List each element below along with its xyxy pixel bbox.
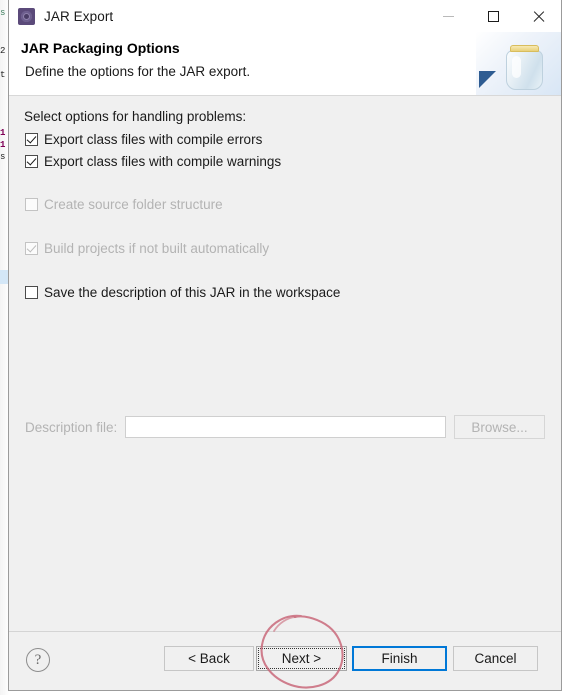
window-title: JAR Export (44, 8, 114, 24)
finish-button[interactable]: Finish (352, 646, 447, 671)
minimize-icon (443, 15, 454, 17)
back-button[interactable]: < Back (164, 646, 254, 671)
checkbox-box (25, 197, 38, 211)
checkbox-save-jar-description[interactable]: Save the description of this JAR in the … (25, 283, 340, 301)
jar-export-icon (18, 7, 35, 25)
page-title: JAR Packaging Options (21, 40, 180, 56)
checkbox-build-projects-if-not-built: Build projects if not built automaticall… (25, 239, 269, 257)
close-icon (532, 10, 545, 23)
checkbox-box[interactable] (25, 154, 38, 168)
maximize-button[interactable] (471, 0, 516, 32)
description-file-input[interactable] (125, 416, 446, 438)
options-pane: Select options for handling problems: Ex… (9, 96, 561, 632)
maximize-icon (488, 10, 499, 22)
next-button[interactable]: Next > (256, 646, 347, 671)
checkbox-label: Create source folder structure (44, 196, 223, 212)
section-label: Select options for handling problems: (24, 109, 247, 124)
minimize-button[interactable] (426, 0, 471, 32)
browse-button[interactable]: Browse... (454, 415, 545, 439)
checkbox-box[interactable] (25, 132, 38, 146)
screen: s 2 t 1 1 s JAR Export JAR Packaging Opt… (0, 0, 563, 695)
close-button[interactable] (516, 0, 561, 32)
checkbox-label: Export class files with compile warnings (44, 153, 282, 169)
checkbox-label: Build projects if not built automaticall… (44, 240, 270, 256)
jar-export-dialog: JAR Export JAR Packaging Options Define … (8, 0, 562, 691)
cancel-button[interactable]: Cancel (453, 646, 538, 671)
triangle-icon (479, 71, 496, 88)
window-controls (426, 0, 561, 32)
jar-jar-graphic (476, 32, 561, 95)
dialog-header: JAR Packaging Options Define the options… (9, 32, 561, 96)
jar-body-icon (506, 50, 543, 90)
description-file-row: Description file: Browse... (25, 415, 545, 439)
checkbox-box (25, 241, 38, 255)
title-bar: JAR Export (9, 0, 561, 32)
jar-lid-icon (510, 45, 539, 52)
checkbox-export-compile-errors[interactable]: Export class files with compile errors (25, 130, 262, 148)
checkbox-box[interactable] (25, 285, 38, 299)
checkbox-create-source-folder-structure: Create source folder structure (25, 195, 223, 213)
checkbox-label: Export class files with compile errors (44, 131, 263, 147)
help-button[interactable]: ? (26, 648, 50, 672)
checkbox-label: Save the description of this JAR in the … (44, 284, 341, 300)
page-subtitle: Define the options for the JAR export. (25, 64, 251, 79)
checkbox-export-compile-warnings[interactable]: Export class files with compile warnings (25, 152, 281, 170)
description-file-label: Description file: (25, 419, 118, 435)
